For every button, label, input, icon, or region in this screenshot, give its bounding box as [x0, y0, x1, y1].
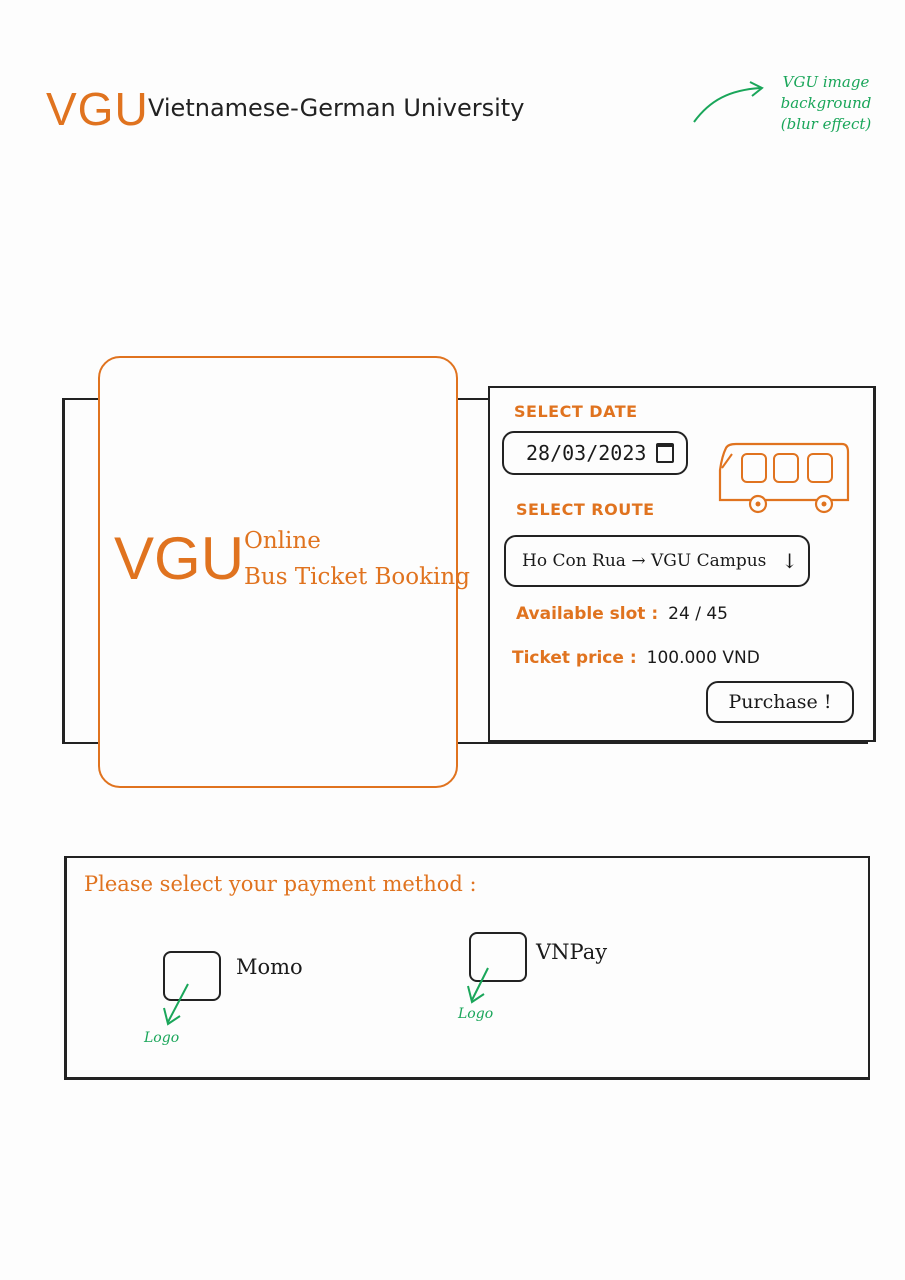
available-slot-value: 24 / 45: [668, 604, 728, 624]
annotation-arrow-icon: [163, 983, 189, 1026]
purchase-button[interactable]: Purchase !: [706, 681, 854, 723]
annotation-arrow-icon: [693, 81, 764, 123]
annotation-arrow-icon: [467, 967, 489, 1004]
route-select[interactable]: Ho Con Rua → VGU Campus ↓: [504, 535, 810, 587]
vnpay-label[interactable]: VNPay: [536, 940, 607, 964]
available-slot-row: Available slot : 24 / 45: [516, 604, 728, 624]
vnpay-logo-annotation: Logo: [458, 1006, 494, 1022]
hero-logo: VGU: [114, 525, 245, 592]
background-note-line: background: [780, 94, 872, 112]
momo-label[interactable]: Momo: [236, 955, 303, 979]
ticket-price-label: Ticket price :: [512, 648, 637, 668]
bus-icon: [718, 442, 850, 514]
momo-logo-annotation: Logo: [144, 1030, 180, 1046]
background-annotation: VGU image background (blur effect): [770, 72, 882, 135]
header-logo[interactable]: VGU: [46, 82, 149, 136]
ticket-price-row: Ticket price : 100.000 VND: [512, 648, 760, 668]
available-slot-label: Available slot :: [516, 604, 659, 624]
date-value: 28/03/2023: [526, 441, 647, 465]
university-name: Vietnamese-German University: [148, 94, 525, 122]
payment-title: Please select your payment method :: [84, 872, 477, 896]
select-date-label: SELECT DATE: [514, 402, 638, 421]
hero-title-line1: Online: [244, 528, 321, 554]
date-input[interactable]: 28/03/2023: [502, 431, 688, 475]
hero-title-line2: Bus Ticket Booking: [244, 564, 470, 590]
ticket-price-value: 100.000 VND: [646, 648, 760, 668]
background-note-line: (blur effect): [780, 115, 872, 133]
calendar-icon[interactable]: [656, 443, 674, 463]
arrow-down-icon[interactable]: ↓: [781, 549, 798, 573]
select-route-label: SELECT ROUTE: [516, 500, 655, 519]
route-value: Ho Con Rua → VGU Campus: [522, 551, 767, 571]
background-note-line: VGU image: [782, 73, 870, 91]
